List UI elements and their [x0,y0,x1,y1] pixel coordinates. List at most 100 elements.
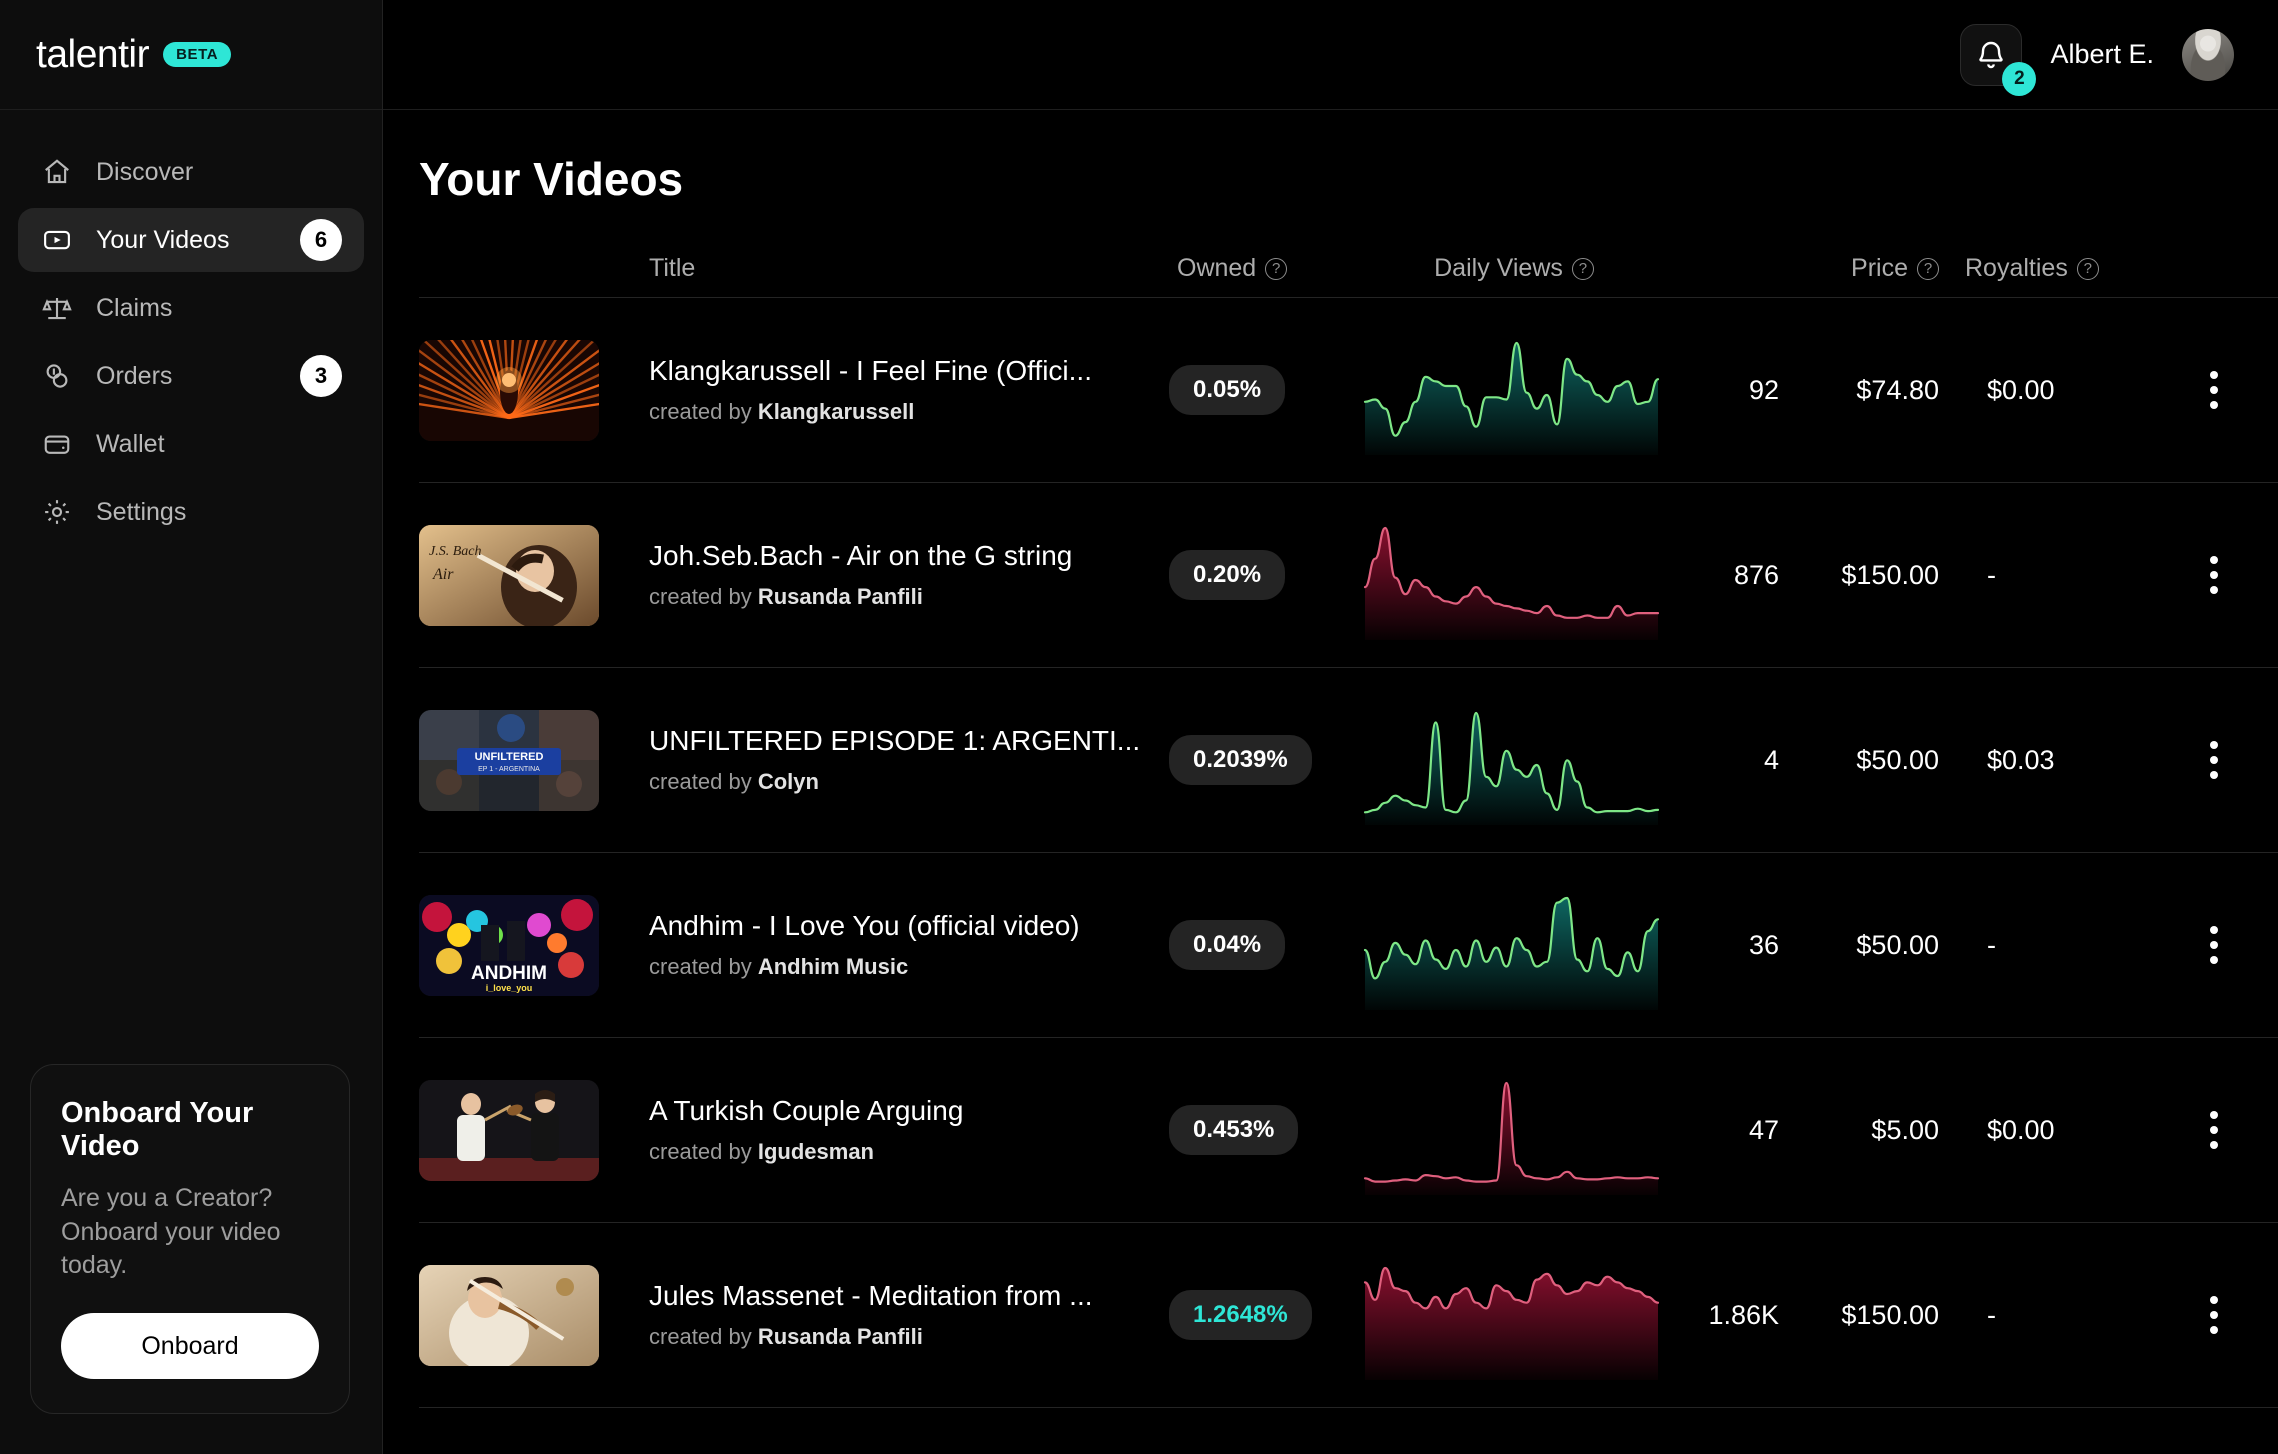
cell-title: Andhim - I Love You (official video) cre… [649,910,1169,980]
cell-thumbnail: J.S. Bach Air [419,525,649,626]
onboard-title: Onboard Your Video [61,1097,319,1164]
bell-icon [1975,39,2007,71]
sidebar-item-discover[interactable]: Discover [18,140,364,204]
more-vertical-icon[interactable] [2202,363,2226,417]
creator-name: Rusanda Panfili [758,584,923,609]
svg-text:i_love_you: i_love_you [486,983,533,993]
table-row[interactable]: ANDHIM i_love_you Andhim - I Love You (o… [419,853,2278,1038]
table-row[interactable]: Klangkarussell - I Feel Fine (Offici... … [419,298,2278,483]
more-vertical-icon[interactable] [2202,548,2226,602]
video-thumbnail[interactable]: J.S. Bach Air [419,525,599,626]
cell-title: Joh.Seb.Bach - Air on the G string creat… [649,540,1169,610]
video-thumbnail[interactable]: UNFILTERED EP 1 - ARGENTINA [419,710,599,811]
created-by-label: created by [649,954,752,979]
cell-views: 4 [1669,745,1779,776]
daily-views-sparkline [1359,880,1664,1010]
video-title[interactable]: A Turkish Couple Arguing [649,1095,1149,1127]
table-row[interactable]: A Turkish Couple Arguing created by Igud… [419,1038,2278,1223]
video-title[interactable]: Joh.Seb.Bach - Air on the G string [649,540,1149,572]
onboard-button[interactable]: Onboard [61,1313,319,1379]
cell-views: 1.86K [1669,1300,1779,1331]
cell-owned: 0.20% [1169,550,1359,600]
avatar[interactable] [2182,29,2234,81]
royalties-value: $0.00 [1987,375,2055,406]
svg-text:EP 1 - ARGENTINA: EP 1 - ARGENTINA [478,766,540,773]
header-label-owned: Owned [1177,254,1256,283]
more-vertical-icon[interactable] [2202,1288,2226,1342]
owned-badge: 0.2039% [1169,735,1312,785]
views-value: 47 [1749,1115,1779,1146]
cell-menu [2169,918,2226,972]
table-row[interactable]: Jules Massenet - Meditation from ... cre… [419,1223,2278,1408]
views-value: 36 [1749,930,1779,961]
video-title[interactable]: Jules Massenet - Meditation from ... [649,1280,1149,1312]
cell-views: 36 [1669,930,1779,961]
col-price-header: Price ? [1779,254,1939,283]
cell-thumbnail [419,1265,649,1366]
price-value: $150.00 [1841,1300,1939,1331]
sidebar-item-orders[interactable]: Orders 3 [18,344,364,408]
cell-owned: 0.04% [1169,920,1359,970]
page-title: Your Videos [383,110,2278,206]
table-row[interactable]: UNFILTERED EP 1 - ARGENTINA UNFILTERED E… [419,668,2278,853]
sidebar-item-label: Claims [96,294,342,323]
owned-badge: 1.2648% [1169,1290,1312,1340]
table-row[interactable]: J.S. Bach Air Joh.Seb.Bach - Air on the … [419,483,2278,668]
cell-daily-views-chart [1359,510,1669,640]
table-header-row: Title Owned ? Daily Views ? Price ? Roya… [419,240,2278,298]
sidebar-item-claims[interactable]: Claims [18,276,364,340]
more-vertical-icon[interactable] [2202,1103,2226,1157]
more-vertical-icon[interactable] [2202,918,2226,972]
video-title[interactable]: UNFILTERED EPISODE 1: ARGENTI... [649,725,1149,757]
video-thumbnail[interactable]: ANDHIM i_love_you [419,895,599,996]
cell-owned: 0.453% [1169,1105,1359,1155]
video-thumbnail[interactable] [419,340,599,441]
help-icon-price[interactable]: ? [1917,258,1939,280]
daily-views-sparkline [1359,695,1664,825]
owned-badge: 0.04% [1169,920,1285,970]
more-vertical-icon[interactable] [2202,733,2226,787]
notification-count-badge: 2 [2002,62,2036,96]
royalties-value: $0.03 [1987,745,2055,776]
video-thumbnail[interactable] [419,1265,599,1366]
video-creator: created by Igudesman [649,1139,1169,1165]
creator-name: Andhim Music [758,954,908,979]
sidebar-item-label: Settings [96,498,342,527]
video-creator: created by Rusanda Panfili [649,1324,1169,1350]
wallet-icon [40,427,74,461]
video-title[interactable]: Andhim - I Love You (official video) [649,910,1149,942]
sidebar-item-label: Orders [96,362,278,391]
cell-royalties: - [1939,930,2169,961]
help-icon-royalties[interactable]: ? [2077,258,2099,280]
price-value: $5.00 [1871,1115,1939,1146]
cell-royalties: $0.00 [1939,375,2169,406]
video-creator: created by Klangkarussell [649,399,1169,425]
col-owned-header: Owned ? [1169,254,1359,283]
cell-royalties: - [1939,1300,2169,1331]
cell-views: 876 [1669,560,1779,591]
sidebar-item-settings[interactable]: Settings [18,480,364,544]
sidebar-item-wallet[interactable]: Wallet [18,412,364,476]
col-royalties-header: Royalties ? [1939,254,2169,283]
cell-royalties: $0.03 [1939,745,2169,776]
sidebar-item-your-videos[interactable]: Your Videos 6 [18,208,364,272]
owned-badge: 0.20% [1169,550,1285,600]
video-title[interactable]: Klangkarussell - I Feel Fine (Offici... [649,355,1149,387]
onboard-card: Onboard Your Video Are you a Creator? On… [30,1064,350,1414]
cell-daily-views-chart [1359,1065,1669,1195]
cell-thumbnail: ANDHIM i_love_you [419,895,649,996]
video-creator: created by Colyn [649,769,1169,795]
video-thumbnail[interactable] [419,1080,599,1181]
help-icon-owned[interactable]: ? [1265,258,1287,280]
brand-logo[interactable]: talentir BETA [0,0,382,110]
daily-views-sparkline [1359,510,1664,640]
views-value: 876 [1734,560,1779,591]
views-value: 1.86K [1708,1300,1779,1331]
help-icon-daily-views[interactable]: ? [1572,258,1594,280]
created-by-label: created by [649,1324,752,1349]
app-root: talentir BETA Discover Your Videos 6 [0,0,2278,1454]
daily-views-sparkline [1359,1250,1664,1380]
sidebar-nav: Discover Your Videos 6 Claims Orders [0,140,382,544]
sidebar-item-label: Discover [96,158,342,187]
royalties-value: - [1987,1300,1996,1331]
